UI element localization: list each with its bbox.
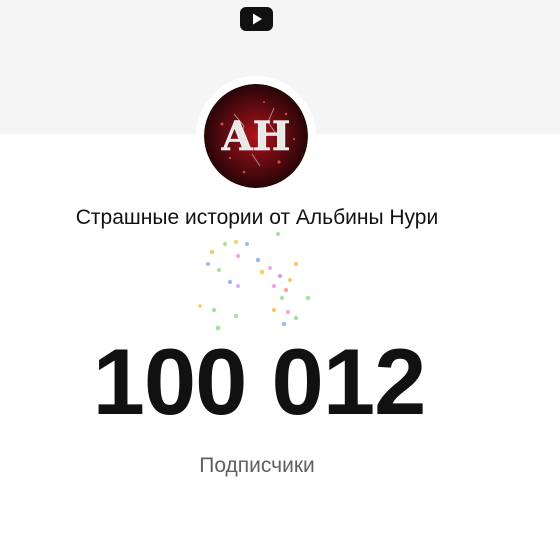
avatar-image: AH bbox=[204, 84, 308, 188]
channel-avatar[interactable]: AH bbox=[204, 84, 308, 188]
subscriber-label: Подписчики bbox=[199, 454, 315, 477]
subscriber-counter-page: AH Страшные истории от Альбины Нури 100 bbox=[0, 0, 560, 560]
youtube-logo-icon[interactable] bbox=[240, 7, 273, 31]
subscriber-count: 100 012 bbox=[92, 329, 427, 434]
avatar-monogram: AH bbox=[221, 113, 291, 160]
channel-name[interactable]: Страшные истории от Альбины Нури bbox=[0, 206, 514, 230]
confetti-decoration bbox=[198, 232, 311, 331]
